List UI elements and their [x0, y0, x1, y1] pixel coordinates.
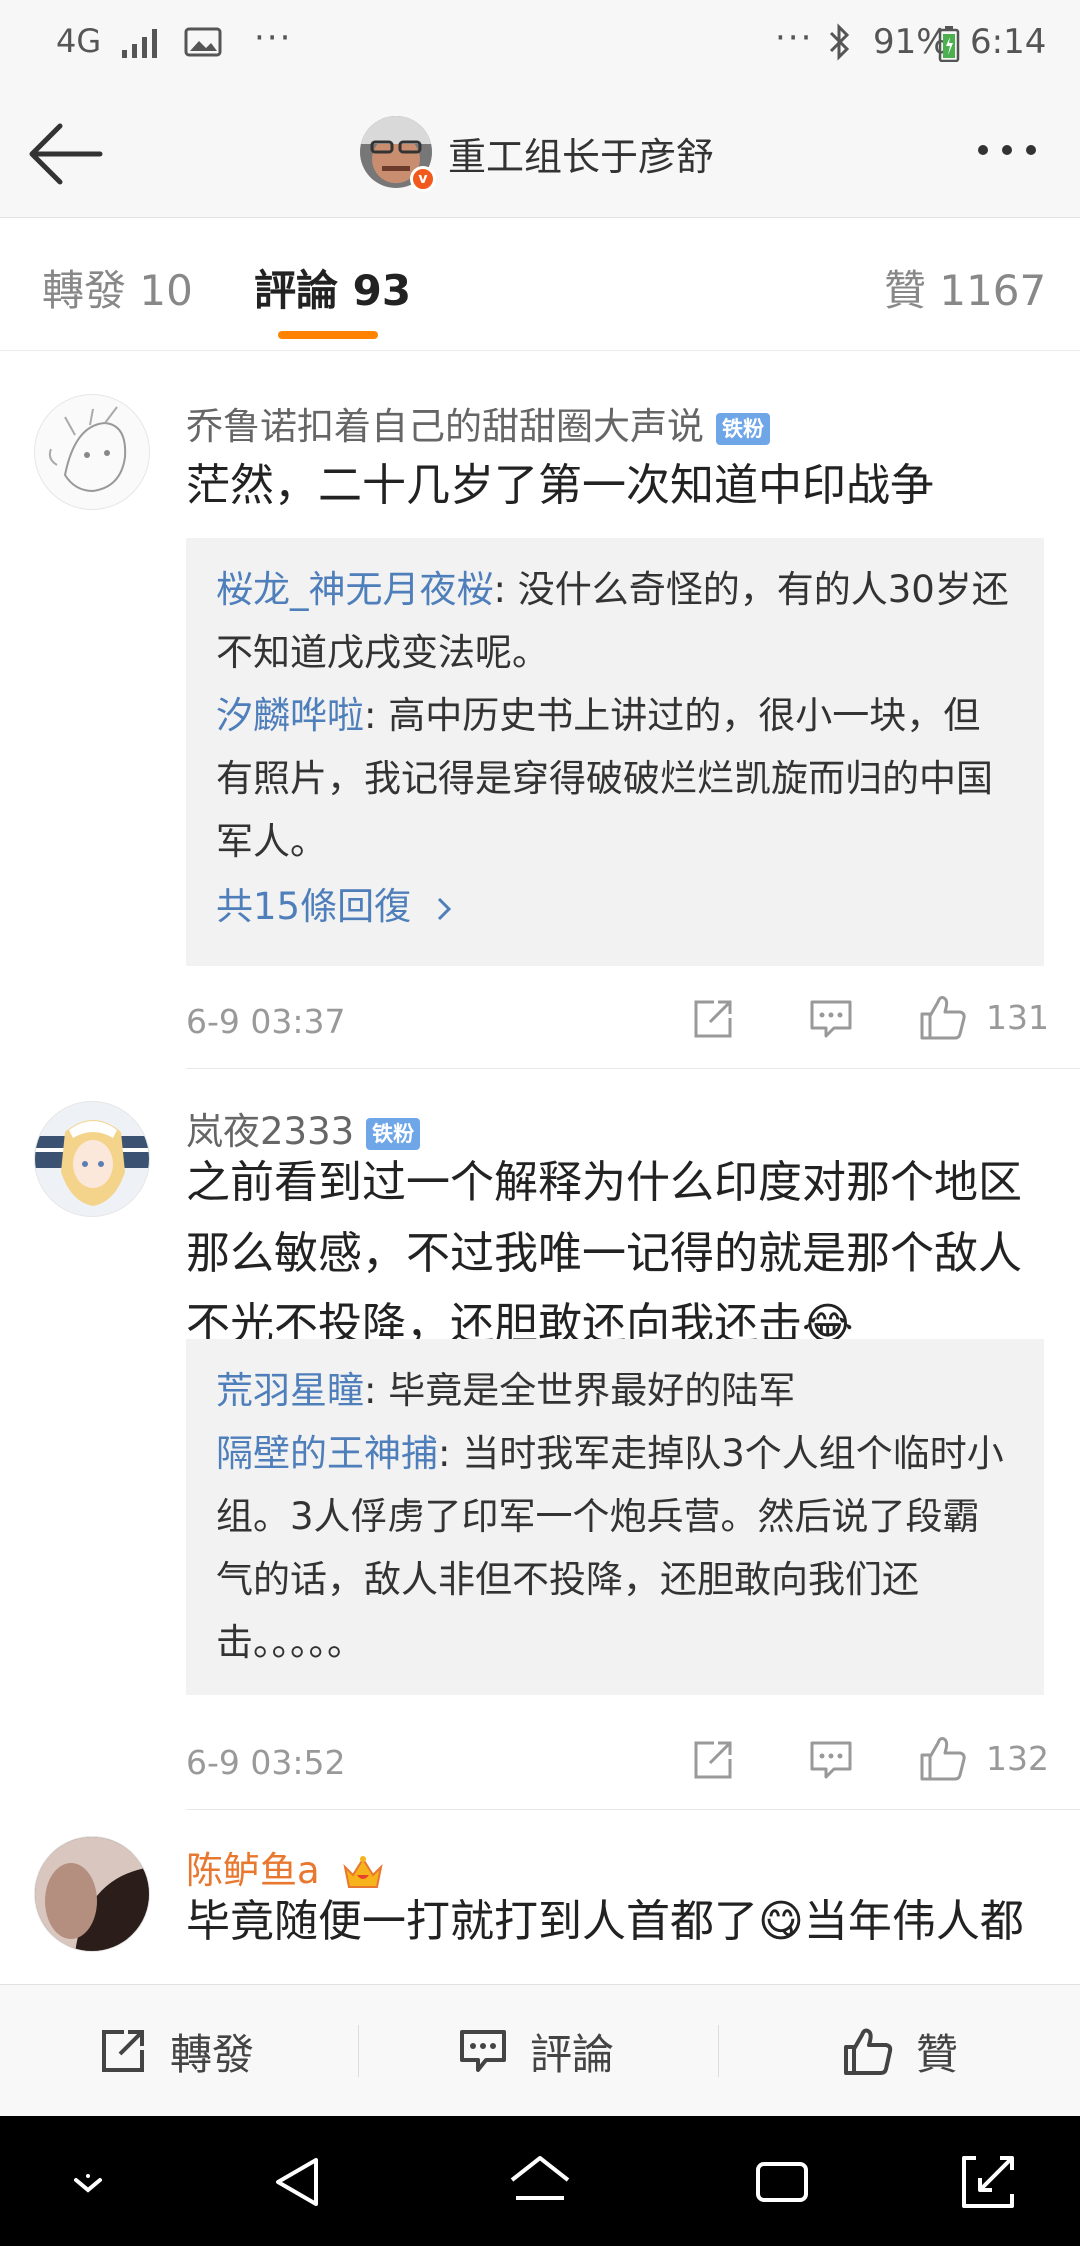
share-comment-button[interactable] [690, 1737, 736, 1787]
more-dots-icon [978, 140, 1050, 159]
divider [186, 1068, 1080, 1069]
comment-icon [810, 1741, 852, 1779]
top-nav-bar: v 重工组长于彦舒 [0, 90, 1080, 218]
comment-button[interactable]: 評論 [458, 2021, 614, 2081]
like-icon [844, 2028, 893, 2075]
hide-keyboard-button[interactable] [58, 2152, 118, 2212]
reply-author[interactable]: 隔壁的王神捕 [216, 1432, 438, 1475]
view-more-replies-link[interactable]: 共15條回復 [216, 873, 1014, 941]
reply-comment-button[interactable] [808, 1737, 854, 1787]
like-count: 132 [986, 1739, 1049, 1778]
author-avatar[interactable]: v [360, 116, 436, 192]
nav-back-button[interactable] [270, 2152, 330, 2212]
bluetooth-icon [825, 22, 855, 71]
image-notification-icon [184, 26, 224, 67]
like-button[interactable]: 贊 [842, 2021, 958, 2081]
like-comment-button[interactable] [918, 992, 968, 1046]
comment-actions: 131 [690, 996, 1049, 1046]
tab-reposts[interactable]: 轉發 10 [42, 257, 193, 318]
back-arrow-icon [29, 123, 103, 185]
fan-badge: 铁粉 [716, 412, 770, 445]
nav-recents-button[interactable] [752, 2152, 812, 2212]
system-navigation-bar [0, 2116, 1080, 2246]
reply-author[interactable]: 桜龙_神无月夜桜 [216, 568, 494, 611]
like-icon [920, 1737, 966, 1781]
divider [186, 1809, 1080, 1810]
chevron-right-icon [437, 897, 451, 920]
tab-likes[interactable]: 贊 1167 [884, 257, 1046, 318]
reply-comment-button[interactable] [808, 996, 854, 1046]
rotate-icon [962, 2156, 1014, 2208]
comment-text: 茫然，二十几岁了第一次知道中印战争 [186, 460, 934, 511]
comment-label: 評論 [530, 2029, 615, 2079]
reply-item: 汐麟哗啦: 高中历史书上讲过的，很小一块，但有照片，我记得是穿得破破烂烂凯旋而归… [216, 684, 1014, 873]
reply-item: 荒羽星瞳: 毕竟是全世界最好的陆军 [216, 1359, 1014, 1422]
reply-author[interactable]: 汐麟哗啦 [216, 694, 364, 737]
comment-icon [460, 2030, 506, 2072]
back-triangle-icon [276, 2158, 318, 2206]
reply-text: : 毕竟是全世界最好的陆军 [364, 1369, 796, 1412]
more-notifications-icon: ··· [254, 18, 293, 58]
comment-text: 之前看到过一个解释为什么印度对那个地区那么敏感，不过我唯一记得的就是那个敌人不光… [186, 1157, 1022, 1350]
verified-badge-icon: v [410, 166, 436, 192]
reply-item: 桜龙_神无月夜桜: 没什么奇怪的，有的人30岁还不知道戊戌变法呢。 [216, 558, 1014, 684]
network-indicator: 4G [56, 22, 102, 60]
chevron-down-icon [74, 2174, 102, 2193]
more-status-icon: ··· [775, 18, 814, 58]
commenter-name-text: 乔鲁诺扣着自己的甜甜圈大声说 [186, 405, 704, 448]
comment-timestamp: 6-9 03:37 [186, 1002, 346, 1041]
comment-actions: 132 [690, 1737, 1049, 1787]
comment-list: 乔鲁诺扣着自己的甜甜圈大声说 铁粉 茫然，二十几岁了第一次知道中印战争 桜龙_神无… [0, 352, 1080, 1984]
reply-item: 隔壁的王神捕: 当时我军走掉队3个人组个临时小组。3人俘虏了印军一个炮兵营。然后… [216, 1422, 1014, 1674]
rotate-screen-button[interactable] [958, 2152, 1018, 2212]
fan-badge: 铁粉 [366, 1117, 421, 1150]
page-title[interactable]: 重工组长于彦舒 [448, 126, 714, 181]
recents-icon [756, 2162, 808, 2202]
comment-icon [810, 1000, 852, 1038]
reply-box[interactable]: 荒羽星瞳: 毕竟是全世界最好的陆军 隔壁的王神捕: 当时我军走掉队3个人组个临时… [186, 1339, 1044, 1695]
tab-comments[interactable]: 評論 93 [254, 257, 411, 318]
separator [718, 2025, 719, 2077]
separator [358, 2025, 359, 2077]
repost-button[interactable]: 轉發 [98, 2021, 254, 2081]
like-count: 131 [986, 998, 1049, 1037]
repost-label: 轉發 [170, 2029, 255, 2079]
reply-box[interactable]: 桜龙_神无月夜桜: 没什么奇怪的，有的人30岁还不知道戊戌变法呢。 汐麟哗啦: … [186, 538, 1044, 966]
bottom-action-bar: 轉發 評論 贊 [0, 1984, 1080, 2116]
clock: 6:14 [970, 22, 1047, 62]
more-options-button[interactable] [978, 140, 1050, 160]
active-tab-indicator [278, 331, 378, 339]
share-comment-button[interactable] [690, 996, 736, 1046]
nav-home-button[interactable] [508, 2152, 570, 2212]
more-replies-label: 共15條回復 [216, 885, 412, 928]
like-label: 贊 [916, 2029, 959, 2079]
commenter-name[interactable]: 乔鲁诺扣着自己的甜甜圈大声说 铁粉 [186, 396, 770, 450]
signal-icon [120, 26, 164, 69]
status-bar: 4G ··· ··· 91% 6:14 [0, 0, 1080, 90]
commenter-avatar[interactable] [34, 1836, 150, 1952]
like-icon [920, 996, 966, 1040]
commenter-avatar[interactable] [34, 1101, 150, 1217]
share-icon [694, 1741, 732, 1779]
share-icon [102, 2030, 144, 2072]
like-comment-button[interactable] [918, 1733, 968, 1787]
reply-author[interactable]: 荒羽星瞳 [216, 1369, 364, 1412]
comment-text: 毕竟随便一打就打到人首都了😋当年伟人都 [186, 1896, 1024, 1947]
tab-bar: 轉發 10 評論 93 贊 1167 [0, 219, 1080, 351]
comment-timestamp: 6-9 03:52 [186, 1743, 346, 1782]
commenter-avatar[interactable] [34, 394, 150, 510]
back-button[interactable] [26, 116, 106, 192]
share-icon [694, 1000, 732, 1038]
battery-icon [938, 26, 960, 71]
home-icon [510, 2156, 570, 2200]
